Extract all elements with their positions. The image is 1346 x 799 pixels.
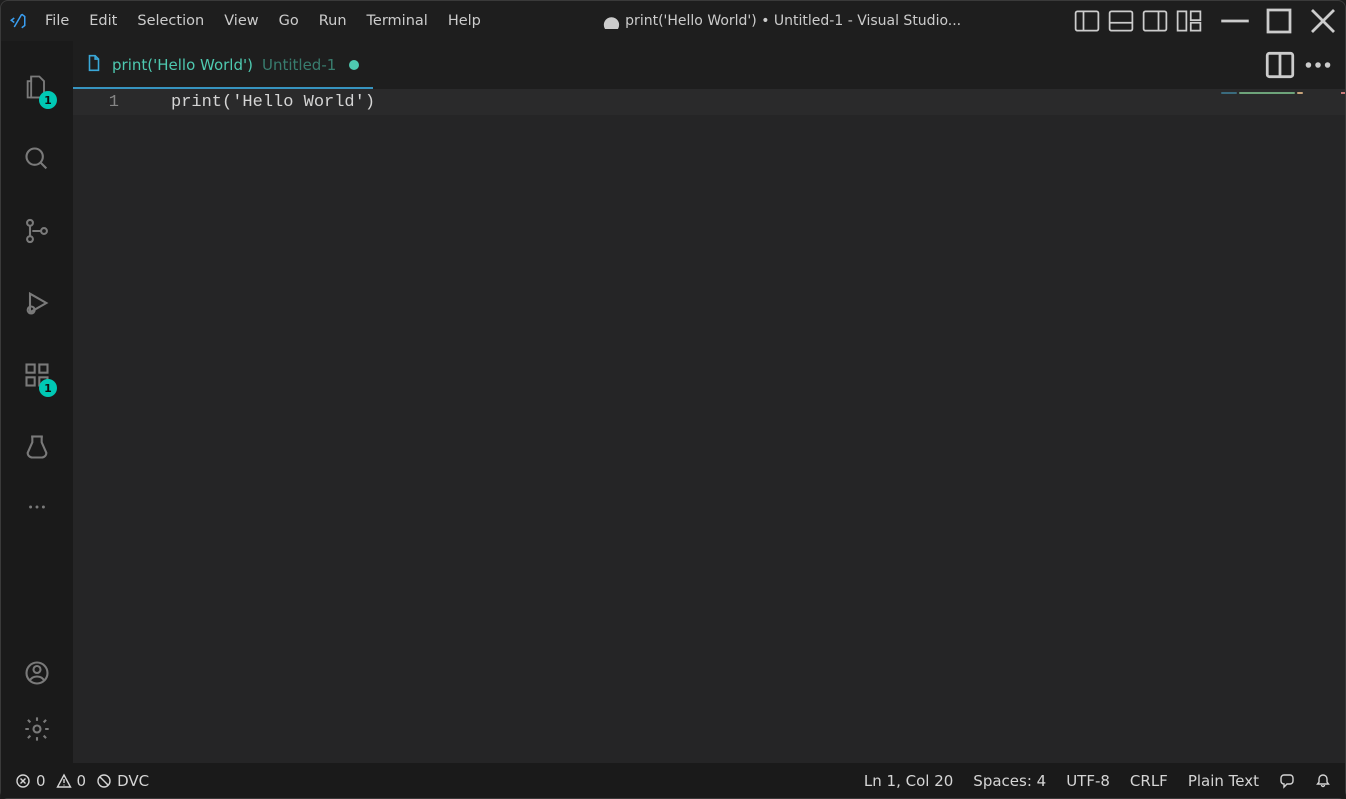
status-language[interactable]: Plain Text <box>1188 772 1259 790</box>
menu-file[interactable]: File <box>35 1 79 41</box>
status-left: 0 0 DVC <box>15 772 149 790</box>
window-controls <box>1213 1 1345 41</box>
activity-extensions[interactable]: 1 <box>1 339 73 411</box>
status-spaces[interactable]: Spaces: 4 <box>973 772 1046 790</box>
split-editor-icon[interactable] <box>1263 48 1297 82</box>
maximize-button[interactable] <box>1257 1 1301 41</box>
minimap[interactable] <box>1221 92 1331 102</box>
menu-go[interactable]: Go <box>269 1 309 41</box>
file-icon <box>85 54 103 76</box>
activity-search[interactable] <box>1 123 73 195</box>
toggle-primary-sidebar-icon[interactable] <box>1073 7 1101 35</box>
status-warnings-count: 0 <box>77 772 87 790</box>
editor-tab-actions <box>1253 41 1345 89</box>
customize-layout-icon[interactable] <box>1175 7 1203 35</box>
activity-settings[interactable] <box>1 701 73 757</box>
more-actions-icon[interactable] <box>1301 48 1335 82</box>
minimize-button[interactable] <box>1213 1 1257 41</box>
activity-overflow-icon[interactable] <box>1 483 73 531</box>
status-notifications-icon[interactable] <box>1315 773 1331 789</box>
menu-terminal[interactable]: Terminal <box>357 1 438 41</box>
status-feedback-icon[interactable] <box>1279 773 1295 789</box>
extensions-badge: 1 <box>39 379 57 397</box>
status-eol[interactable]: CRLF <box>1130 772 1168 790</box>
status-errors[interactable]: 0 <box>15 772 46 790</box>
toggle-secondary-sidebar-icon[interactable] <box>1141 7 1169 35</box>
vscode-logo-icon <box>1 12 35 30</box>
status-errors-count: 0 <box>36 772 46 790</box>
editor-tab-bar: print('Hello World') Untitled-1 <box>73 41 1345 89</box>
menu-view[interactable]: View <box>214 1 268 41</box>
window-title-text: print('Hello World') • Untitled-1 - Visu… <box>625 13 961 29</box>
code-line[interactable]: 1 print('Hello World') <box>73 89 1345 115</box>
status-ln-col[interactable]: Ln 1, Col 20 <box>864 772 953 790</box>
editor-tab[interactable]: print('Hello World') Untitled-1 <box>73 41 373 89</box>
menu-help[interactable]: Help <box>438 1 491 41</box>
menu-selection[interactable]: Selection <box>127 1 214 41</box>
menu-edit[interactable]: Edit <box>79 1 127 41</box>
status-bar: 0 0 DVC Ln 1, Col 20 Spaces: 4 UTF-8 CRL… <box>1 763 1345 798</box>
activity-bottom <box>1 645 73 763</box>
activity-run-debug[interactable] <box>1 267 73 339</box>
activity-explorer[interactable]: 1 <box>1 51 73 123</box>
activity-source-control[interactable] <box>1 195 73 267</box>
unsaved-indicator-icon <box>349 60 359 70</box>
status-right: Ln 1, Col 20 Spaces: 4 UTF-8 CRLF Plain … <box>864 772 1331 790</box>
activity-testing[interactable] <box>1 411 73 483</box>
close-button[interactable] <box>1301 1 1345 41</box>
explorer-badge: 1 <box>39 91 57 109</box>
activity-bar: 1 1 <box>1 41 73 763</box>
status-warnings[interactable]: 0 <box>56 772 87 790</box>
code-text[interactable]: print('Hello World') <box>171 93 375 112</box>
menu-run[interactable]: Run <box>309 1 357 41</box>
toggle-panel-icon[interactable] <box>1107 7 1135 35</box>
status-dvc[interactable]: DVC <box>96 772 149 790</box>
tab-label-secondary: Untitled-1 <box>262 56 336 74</box>
menu-bar: File Edit Selection View Go Run Terminal… <box>35 1 491 41</box>
activity-accounts[interactable] <box>1 645 73 701</box>
status-dvc-label: DVC <box>117 772 149 790</box>
window-title: ● print('Hello World') • Untitled-1 - Vi… <box>491 13 1073 29</box>
status-encoding[interactable]: UTF-8 <box>1066 772 1110 790</box>
tab-label-primary: print('Hello World') <box>112 56 253 74</box>
editor-area[interactable]: 1 print('Hello World') <box>73 89 1345 763</box>
line-number: 1 <box>73 93 145 112</box>
layout-controls <box>1073 7 1203 35</box>
title-bar: File Edit Selection View Go Run Terminal… <box>1 1 1345 41</box>
